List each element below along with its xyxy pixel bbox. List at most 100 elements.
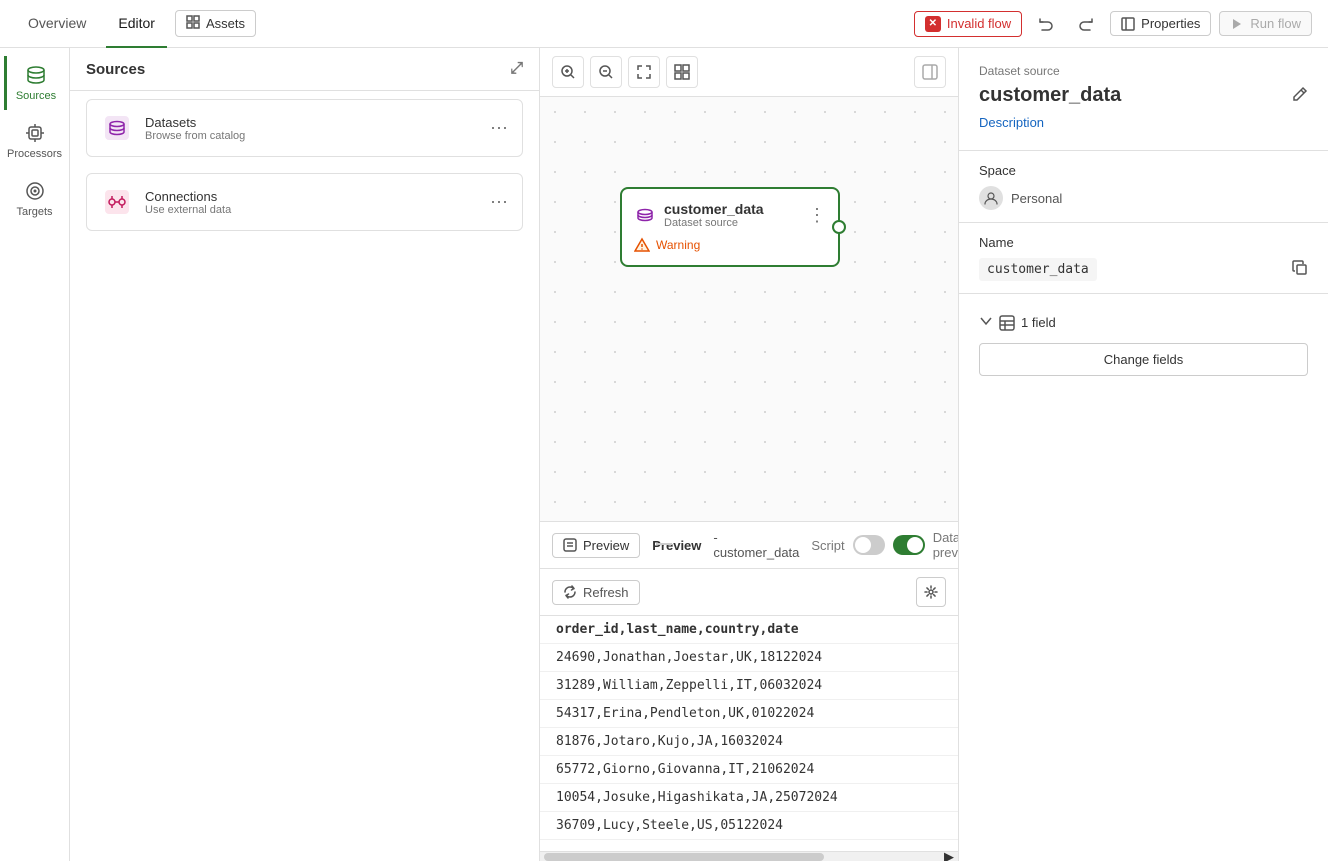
assets-icon	[186, 15, 200, 32]
sidebar-icons: Sources Processors Targets	[0, 48, 70, 861]
name-section: Name customer_data	[959, 235, 1328, 281]
datasets-more-icon[interactable]: ⋯	[490, 118, 508, 139]
data-row: 81876,Jotaro,Kujo,JA,16032024	[540, 728, 958, 756]
connections-title: Connections	[145, 189, 231, 204]
assets-label: Assets	[206, 16, 245, 31]
canvas-collapse-button[interactable]	[914, 56, 946, 88]
invalid-flow-badge: ✕ Invalid flow	[914, 11, 1022, 37]
script-label: Script	[811, 538, 844, 553]
dataset-source-label: Dataset source	[979, 64, 1308, 78]
preview-button[interactable]: Preview	[552, 533, 640, 558]
sidebar-item-targets[interactable]: Targets	[4, 172, 66, 226]
sources-panel-title: Sources	[86, 61, 145, 78]
grid-button[interactable]	[666, 56, 698, 88]
flow-node-customer-data[interactable]: customer_data Dataset source ⋮ Warning	[620, 187, 840, 267]
space-value-row: Personal	[979, 186, 1308, 210]
node-title-row: customer_data Dataset source	[634, 201, 764, 229]
space-field-row: Space	[979, 163, 1308, 178]
name-value: customer_data	[979, 258, 1097, 281]
canvas-area: customer_data Dataset source ⋮ Warning	[540, 48, 958, 861]
run-flow-button[interactable]: Run flow	[1219, 11, 1312, 36]
fit-button[interactable]	[628, 56, 660, 88]
invalid-flow-label: Invalid flow	[947, 16, 1011, 31]
refresh-label: Refresh	[583, 585, 629, 600]
name-label: Name	[979, 235, 1014, 250]
datasets-sub: Browse from catalog	[145, 130, 245, 142]
warning-label: Warning	[656, 238, 700, 252]
drag-handle	[652, 538, 676, 553]
edit-icon[interactable]	[1292, 86, 1308, 105]
invalid-icon: ✕	[925, 16, 941, 32]
refresh-button[interactable]: Refresh	[552, 580, 640, 605]
datasets-card[interactable]: Datasets Browse from catalog ⋯	[86, 99, 523, 157]
node-subtitle: Dataset source	[664, 217, 764, 229]
preview-header: Preview Preview - customer_data Script D…	[540, 522, 958, 569]
processors-label: Processors	[7, 148, 62, 160]
preview-toolbar: Refresh	[540, 569, 958, 616]
data-row: 24690,Jonathan,Joestar,UK,18122024	[540, 644, 958, 672]
datasets-icon	[101, 112, 133, 144]
sources-header: Sources ⤢	[70, 48, 539, 91]
datasets-card-left: Datasets Browse from catalog	[101, 112, 245, 144]
main-layout: Sources Processors Targets Source	[0, 48, 1328, 861]
connections-card-left: Connections Use external data	[101, 186, 231, 218]
description-label[interactable]: Description	[979, 115, 1308, 130]
canvas-preview-container: customer_data Dataset source ⋮ Warning	[540, 48, 958, 861]
data-row: 10054,Josuke,Higashikata,JA,25072024	[540, 784, 958, 812]
zoom-out-button[interactable]	[590, 56, 622, 88]
data-preview-toggle[interactable]	[893, 535, 925, 555]
right-panel-header: Dataset source customer_data Description	[959, 48, 1328, 138]
data-row: 54317,Erina,Pendleton,UK,01022024	[540, 700, 958, 728]
canvas-toolbar	[540, 48, 958, 97]
tab-overview[interactable]: Overview	[16, 0, 98, 48]
tab-editor[interactable]: Editor	[106, 0, 167, 48]
horizontal-scrollbar[interactable]: ▶	[540, 851, 958, 861]
canvas-content[interactable]: customer_data Dataset source ⋮ Warning	[540, 97, 958, 521]
sources-panel: Sources ⤢ Datasets Browse from catalog	[70, 48, 540, 861]
fields-collapse: 1 field	[959, 314, 1328, 331]
settings-button[interactable]	[916, 577, 946, 607]
change-fields-button[interactable]: Change fields	[979, 343, 1308, 376]
preview-btn-label: Preview	[583, 538, 629, 553]
table-icon	[999, 315, 1015, 331]
dataset-name: customer_data	[979, 84, 1121, 107]
space-label: Space	[979, 163, 1016, 178]
sources-label: Sources	[16, 90, 56, 102]
connections-card[interactable]: Connections Use external data ⋯	[86, 173, 523, 231]
top-navigation: Overview Editor Assets ✕ Invalid flow Pr…	[0, 0, 1328, 48]
redo-button[interactable]	[1070, 8, 1102, 40]
connections-icon	[101, 186, 133, 218]
node-connector[interactable]	[832, 220, 846, 234]
collapse-sources-icon[interactable]: ⤢	[510, 60, 523, 78]
node-more-icon[interactable]: ⋮	[808, 205, 826, 226]
sidebar-item-sources[interactable]: Sources	[4, 56, 66, 110]
divider-1	[959, 150, 1328, 151]
divider-3	[959, 293, 1328, 294]
properties-button[interactable]: Properties	[1110, 11, 1211, 36]
data-row: 31289,William,Zeppelli,IT,06032024	[540, 672, 958, 700]
copy-icon[interactable]	[1292, 260, 1308, 279]
sidebar-item-processors[interactable]: Processors	[4, 114, 66, 168]
scroll-right-arrow[interactable]: ▶	[944, 853, 954, 861]
preview-section: Preview Preview - customer_data Script D…	[540, 521, 958, 861]
assets-button[interactable]: Assets	[175, 10, 256, 37]
toggle-group: Script Data preview	[811, 530, 958, 560]
datasets-info: Datasets Browse from catalog	[145, 115, 245, 142]
name-value-row: customer_data	[979, 258, 1308, 281]
data-preview-label: Data preview	[933, 530, 958, 560]
datasets-title: Datasets	[145, 115, 245, 130]
data-row: 36709,Lucy,Steele,US,05122024	[540, 812, 958, 840]
person-icon	[979, 186, 1003, 210]
undo-button[interactable]	[1030, 8, 1062, 40]
dataset-name-row: customer_data	[979, 84, 1308, 107]
node-title: customer_data	[664, 201, 764, 217]
node-header: customer_data Dataset source ⋮	[634, 201, 826, 229]
fields-row[interactable]: 1 field	[979, 314, 1308, 331]
connections-more-icon[interactable]: ⋯	[490, 192, 508, 213]
scrollbar-thumb[interactable]	[544, 853, 824, 861]
connections-info: Connections Use external data	[145, 189, 231, 216]
zoom-in-button[interactable]	[552, 56, 584, 88]
script-toggle[interactable]	[853, 535, 885, 555]
name-field-row: Name	[979, 235, 1308, 250]
right-panel: Dataset source customer_data Description…	[958, 48, 1328, 861]
